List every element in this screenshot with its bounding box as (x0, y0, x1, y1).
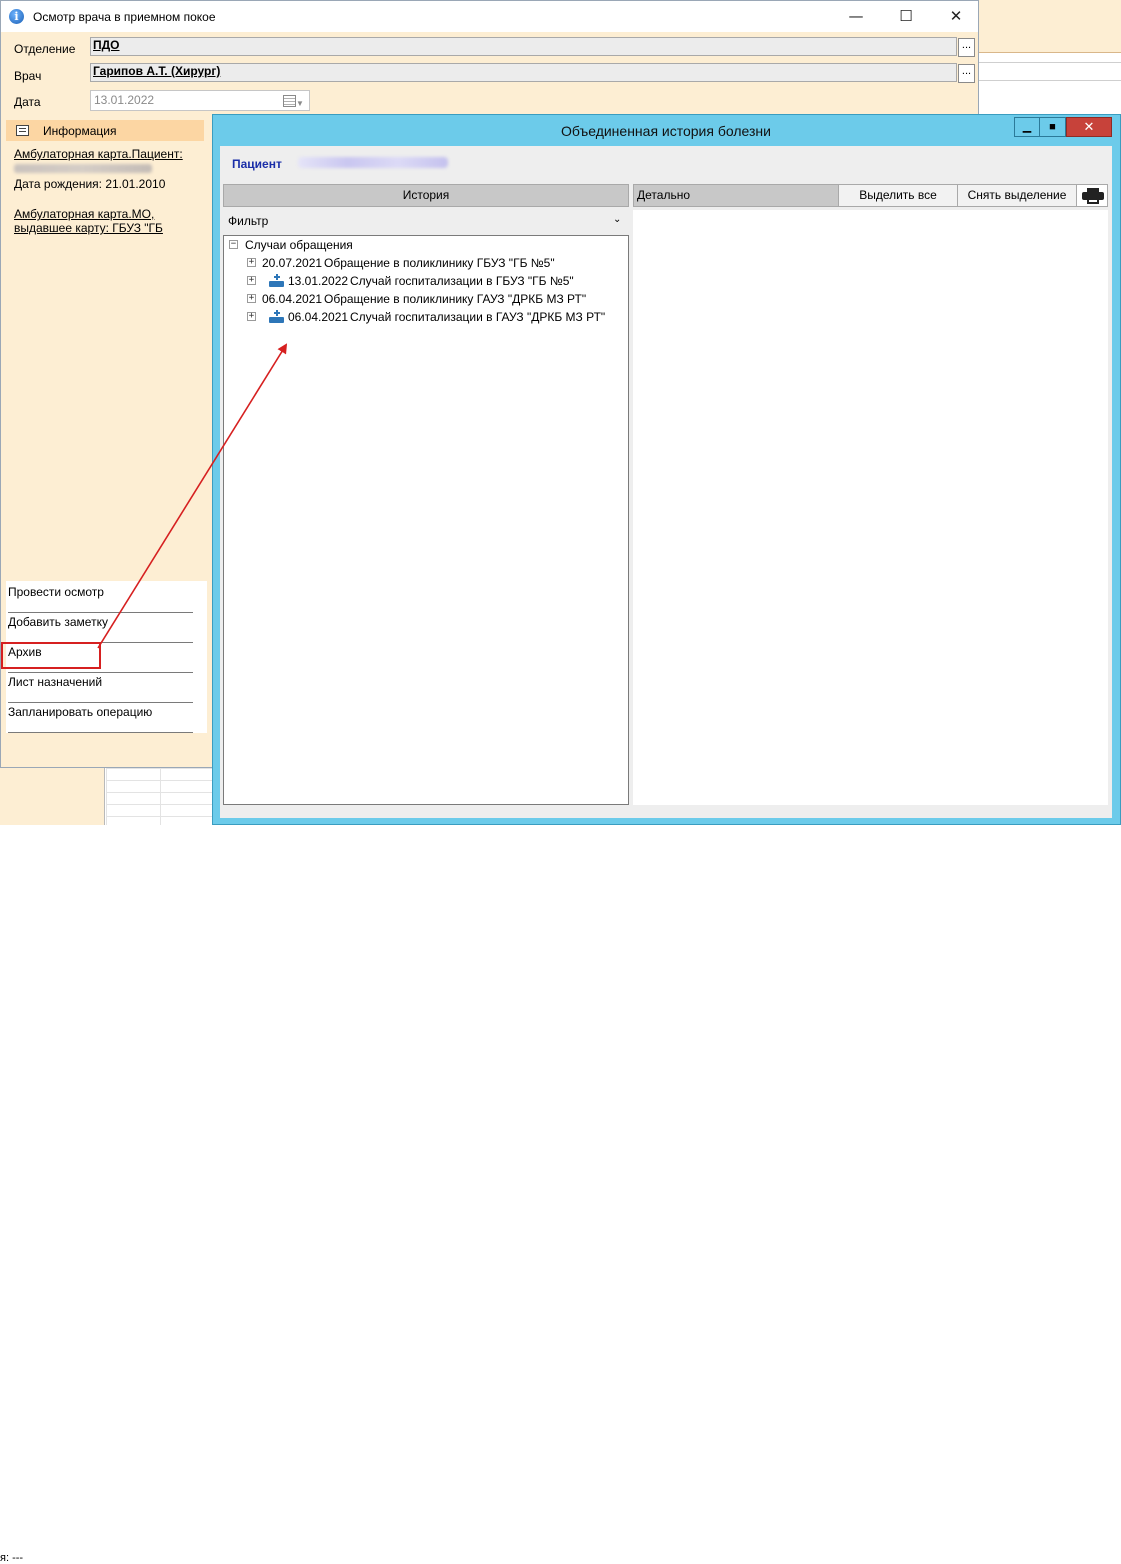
doctor-picker-button[interactable]: ... (958, 64, 975, 83)
action-examine[interactable]: Провести осмотр (8, 583, 193, 613)
info-panel-title: Информация (43, 124, 117, 138)
action-prescriptions[interactable]: Лист назначений (8, 673, 193, 703)
hospital-bed-icon (268, 309, 285, 324)
department-label: Отделение (14, 42, 76, 56)
hospital-bed-icon (268, 273, 285, 288)
ambulatory-card-mo-link[interactable]: Амбулаторная карта.МО, (14, 207, 154, 221)
expand-icon[interactable]: + (247, 312, 256, 321)
detail-header: Детально Выделить все Снять выделение (633, 184, 1108, 207)
tree-item-date: 13.01.2022 (288, 274, 349, 288)
modal-content: Пациент История Фильтр ⌄ − Случаи обраще… (220, 146, 1112, 818)
tree-item-date: 20.07.2021 (262, 256, 323, 270)
modal-close-button[interactable]: ✕ (1066, 117, 1112, 137)
expand-icon[interactable]: + (247, 258, 256, 267)
background-panel (978, 0, 1121, 53)
tree-item-text: Обращение в поликлинику ГБУЗ "ГБ №5" (324, 256, 555, 270)
ambulatory-card-patient-link[interactable]: Амбулаторная карта.Пациент: (14, 147, 183, 161)
redacted-patient-name (14, 164, 152, 173)
info-panel-header[interactable]: Информация (6, 120, 204, 141)
print-button[interactable] (1076, 184, 1108, 207)
chevron-down-icon[interactable]: ▼ (296, 94, 304, 113)
modal-maximize-button[interactable]: ■ (1040, 117, 1066, 137)
redacted-patient-name (298, 157, 448, 168)
history-header: История (223, 184, 629, 207)
background-grid (106, 768, 214, 825)
combined-history-window: Объединенная история болезни ▁ ■ ✕ Пацие… (212, 114, 1121, 825)
calendar-icon[interactable] (283, 95, 296, 107)
tree-item-text: Случай госпитализации в ГАУЗ "ДРКБ МЗ РТ… (350, 310, 606, 324)
action-add-note[interactable]: Добавить заметку (8, 613, 193, 643)
patient-label: Пациент (232, 157, 282, 171)
close-button[interactable]: ✕ (933, 1, 979, 32)
history-tree: − Случаи обращения + 20.07.2021 Обращени… (223, 235, 629, 805)
minimize-button[interactable]: — (833, 1, 879, 32)
tree-item-date: 06.04.2021 (262, 292, 323, 306)
detail-content (633, 210, 1108, 805)
tree-item-date: 06.04.2021 (288, 310, 349, 324)
tree-item-text: Обращение в поликлинику ГАУЗ "ДРКБ МЗ РТ… (324, 292, 587, 306)
archive-highlight-box (1, 642, 101, 669)
collapse-icon[interactable]: − (229, 240, 238, 249)
department-picker-button[interactable]: ... (958, 38, 975, 57)
filter-label: Фильтр (228, 214, 269, 228)
background-panel: я: --- (0, 768, 105, 1564)
filter-bar[interactable]: Фильтр ⌄ (223, 210, 629, 232)
doctor-label: Врач (14, 69, 42, 83)
main-window-title: Осмотр врача в приемном покое (33, 10, 216, 24)
department-field[interactable]: ПДО (90, 37, 957, 56)
expand-icon[interactable]: + (247, 276, 256, 285)
modal-minimize-button[interactable]: ▁ (1014, 117, 1040, 137)
select-all-button[interactable]: Выделить все (838, 184, 958, 207)
background-divider (978, 80, 1121, 81)
modal-title: Объединенная история болезни (561, 123, 771, 139)
tree-root-label: Случаи обращения (245, 238, 353, 252)
detail-label: Детально (633, 184, 839, 207)
expand-icon[interactable]: + (247, 294, 256, 303)
date-field[interactable]: 13.01.2022 ▼ (90, 90, 310, 111)
date-value: 13.01.2022 (94, 93, 155, 107)
main-titlebar[interactable]: i Осмотр врача в приемном покое — ☐ ✕ (1, 1, 978, 32)
action-schedule-surgery[interactable]: Запланировать операцию (8, 703, 193, 733)
tree-item-text: Случай госпитализации в ГБУЗ "ГБ №5" (350, 274, 574, 288)
ambulatory-card-mo-link-cont[interactable]: выдавшее карту: ГБУЗ "ГБ (14, 221, 163, 235)
printer-icon (1082, 188, 1104, 204)
chevron-down-icon[interactable]: ⌄ (613, 209, 621, 231)
info-icon: i (9, 9, 24, 24)
clear-selection-button[interactable]: Снять выделение (957, 184, 1077, 207)
notepad-icon (16, 125, 29, 136)
background-status-text: я: --- (0, 1552, 24, 1564)
maximize-button[interactable]: ☐ (883, 1, 929, 32)
doctor-field[interactable]: Гарипов А.Т. (Хирург) (90, 63, 957, 82)
background-divider (978, 62, 1121, 63)
date-label: Дата (14, 95, 41, 109)
birth-date-text: Дата рождения: 21.01.2010 (14, 177, 166, 191)
